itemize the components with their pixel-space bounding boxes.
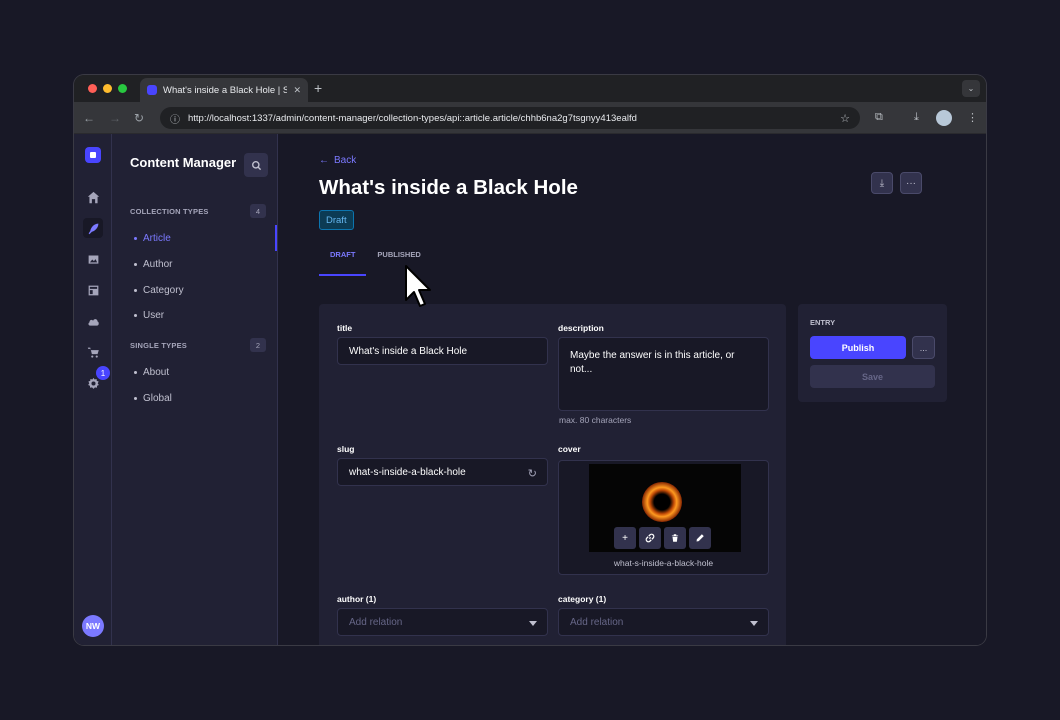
chevron-down-icon [750,621,758,626]
category-relation-select[interactable]: Add relation [558,608,769,636]
sidebar-item-global[interactable]: Global [134,393,172,404]
download-icon[interactable]: ⤓ [914,111,919,124]
single-types-count: 2 [250,338,266,352]
chevron-down-icon [529,621,537,626]
reload-icon[interactable]: ↻ [134,111,144,125]
back-link[interactable]: ← Back [319,155,356,166]
content-type-builder-icon[interactable] [83,280,103,300]
author-label: author (1) [337,594,377,604]
browser-tab-bar: What's inside a Black Hole | S ✕ + ⌄ [74,75,986,102]
edit-view: ← Back What's inside a Black Hole Draft … [278,134,986,645]
content-manager-sidebar: Content Manager COLLECTION TYPES 4 Artic… [112,134,278,645]
title-input[interactable]: What's inside a Black Hole [337,337,548,365]
settings-notification-badge: 1 [96,366,110,380]
browser-tab[interactable]: What's inside a Black Hole | S ✕ [140,78,308,102]
mouse-pointer-icon [405,265,431,307]
sidebar-title: Content Manager [130,155,237,170]
home-icon[interactable] [83,187,103,207]
status-badge: Draft [319,210,354,230]
cover-label: cover [558,444,581,454]
sidebar-item-about[interactable]: About [134,367,169,378]
content-manager-feather-icon[interactable] [83,218,103,238]
sidebar-item-user[interactable]: User [134,310,164,321]
address-bar[interactable]: ⓘ http://localhost:1337/admin/content-ma… [160,107,860,129]
close-tab-icon[interactable]: ✕ [293,85,301,96]
marketplace-cart-icon[interactable] [83,342,103,362]
more-options-button[interactable]: ... [912,336,935,359]
minimize-window-button[interactable] [103,84,112,93]
sidebar-item-article[interactable]: Article [134,233,171,244]
collection-types-count: 4 [250,204,266,218]
back-arrow-icon[interactable]: ← [83,111,95,125]
edit-pencil-icon[interactable] [689,527,711,549]
download-icon[interactable]: ⤓ [871,172,893,194]
browser-toolbar: ← → ↻ ⓘ http://localhost:1337/admin/cont… [74,102,986,134]
main-nav: 1 NW [74,134,112,645]
entry-panel: ENTRY Publish ... Save [798,304,947,402]
browser-menu-icon[interactable]: ⋮ [967,111,978,124]
cover-actions: + [614,527,711,549]
cloud-icon[interactable] [83,311,103,331]
black-hole-ring [642,482,682,522]
title-label: title [337,323,353,333]
maximize-window-button[interactable] [118,84,127,93]
profile-avatar[interactable] [936,110,952,126]
regenerate-icon[interactable]: ↻ [528,467,537,480]
tab-search-button[interactable]: ⌄ [962,80,980,97]
forward-arrow-icon[interactable]: → [109,111,121,125]
description-hint: max. 80 characters [559,415,632,425]
arrow-left-icon: ← [319,155,329,166]
cover-media-field[interactable]: + what-s-inside-a-black-hole [558,460,769,575]
slug-input[interactable]: what-s-inside-a-black-hole ↻ [337,458,548,486]
media-library-icon[interactable] [83,249,103,269]
category-label: category (1) [558,594,607,604]
form-card: title What's inside a Black Hole descrip… [319,304,786,645]
sidebar-item-author[interactable]: Author [134,259,172,270]
description-textarea[interactable]: Maybe the answer is in this article, or … [558,337,769,411]
add-icon[interactable]: + [614,527,636,549]
strapi-favicon-icon [147,85,157,95]
active-item-indicator [275,225,277,251]
description-label: description [558,323,604,333]
author-relation-select[interactable]: Add relation [337,608,548,636]
tab-title: What's inside a Black Hole | S [163,84,288,96]
slug-label: slug [337,444,355,454]
trash-icon[interactable] [664,527,686,549]
strapi-logo-icon[interactable] [85,147,101,163]
sidebar-item-category[interactable]: Category [134,285,184,296]
url-text: http://localhost:1337/admin/content-mana… [188,112,637,124]
tab-draft[interactable]: DRAFT [319,250,367,276]
close-window-button[interactable] [88,84,97,93]
user-avatar[interactable]: NW [82,615,104,637]
strapi-admin-app: 1 NW Content Manager COLLECTION TYPES 4 … [74,134,986,645]
cover-filename: what-s-inside-a-black-hole [613,558,714,568]
publish-button[interactable]: Publish [810,336,906,359]
link-icon[interactable] [639,527,661,549]
single-types-heading: SINGLE TYPES [130,341,187,350]
save-button[interactable]: Save [810,365,935,388]
more-actions-icon[interactable]: ··· [900,172,922,194]
collection-types-heading: COLLECTION TYPES [130,207,209,216]
bookmark-star-icon[interactable]: ☆ [840,112,850,125]
search-icon[interactable] [244,153,268,177]
site-info-icon[interactable]: ⓘ [170,111,180,126]
browser-window: What's inside a Black Hole | S ✕ + ⌄ ← →… [74,75,986,645]
entry-heading: ENTRY [810,318,836,327]
new-tab-button[interactable]: + [314,80,322,96]
extensions-icon[interactable]: ⧉ [875,111,883,124]
window-controls [88,84,127,93]
page-title: What's inside a Black Hole [319,176,578,199]
